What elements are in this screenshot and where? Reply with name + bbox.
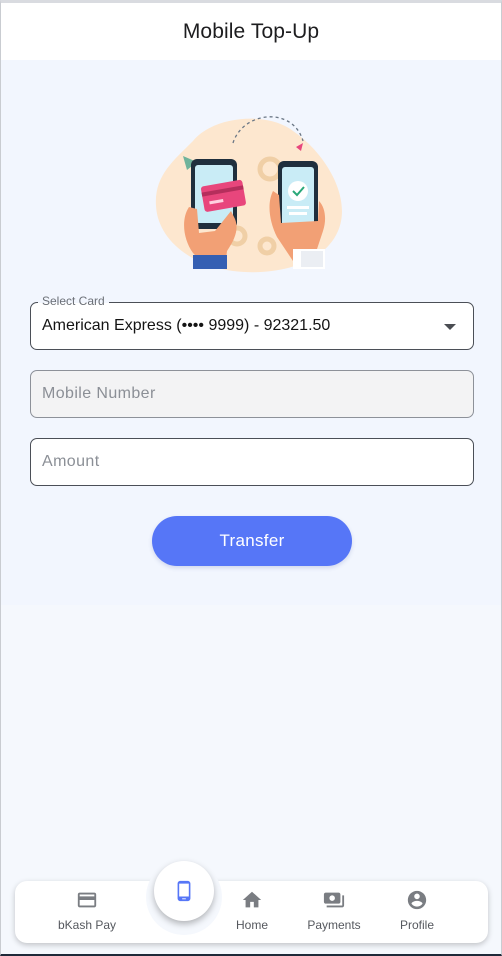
amount-placeholder: Amount [42,453,100,470]
card-select-value: American Express (•••• 9999) - 92321.50 [42,317,331,334]
nav-label-home: Home [235,918,268,932]
transfer-button[interactable]: Transfer [152,516,352,566]
mobile-transfer-illustration [155,116,342,273]
credit-card-icon [77,892,97,908]
bottom-nav-bar: bKash Pay Home Payments Profile [15,859,488,943]
payments-icon [323,892,345,908]
page-title: Mobile Top-Up [182,19,320,43]
mobile-number-field[interactable]: Mobile Number [30,370,474,418]
amount-field[interactable]: Amount [30,438,474,486]
nav-label-profile: Profile [399,918,434,932]
nav-label-bkash-pay: bKash Pay [57,918,117,932]
nav-item-payments[interactable]: Payments [299,889,369,939]
nav-item-profile[interactable]: Profile [382,889,452,939]
mobile-topup-fab[interactable] [154,861,214,921]
home-icon [242,891,262,908]
card-select[interactable]: Select Card American Express (•••• 9999)… [30,294,474,350]
nav-label-payments: Payments [307,918,361,932]
app-screen: Mobile Top-Up Select Card American Expre… [0,0,502,956]
nav-item-bkash-pay[interactable]: bKash Pay [52,889,122,939]
smartphone-icon [177,880,191,902]
mobile-number-placeholder: Mobile Number [42,385,156,402]
nav-item-home[interactable]: Home [217,889,287,939]
account-circle-icon [407,890,427,910]
bottom-navigation: bKash Pay Home Payments Profile [1,859,501,945]
card-select-label: Select Card [38,294,109,308]
dropdown-arrow-icon[interactable] [444,324,456,330]
app-bar: Mobile Top-Up [1,3,501,60]
